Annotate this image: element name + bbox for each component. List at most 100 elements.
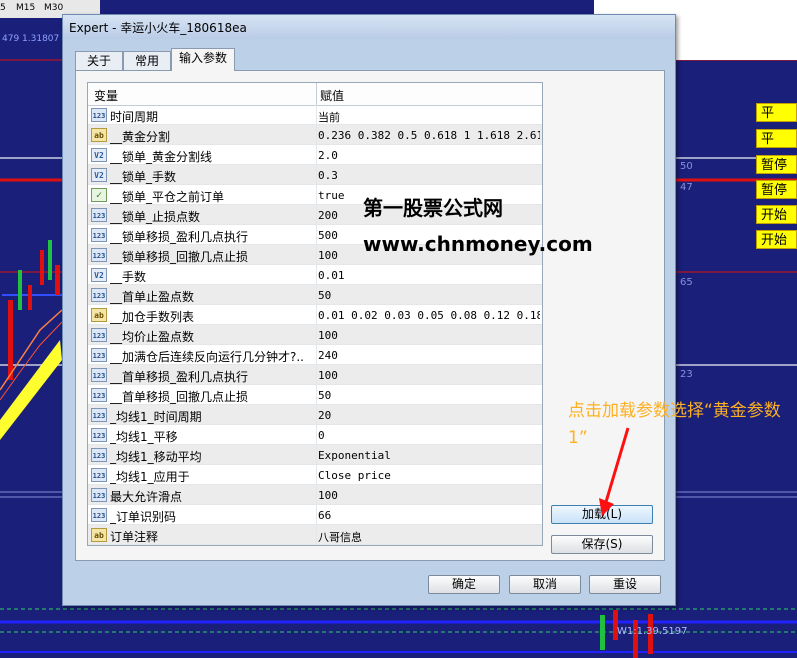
cell-separator [316, 245, 317, 265]
grid-header: 变量 赋值 [88, 83, 542, 106]
cell-separator [316, 425, 317, 445]
table-row[interactable]: 123 __加满仓后连续反向运行几分钟才?.. 240 [88, 345, 542, 365]
variable-value[interactable]: 50 [318, 389, 540, 402]
scale-label: 50 [680, 161, 693, 172]
variable-value[interactable]: 50 [318, 289, 540, 302]
reset-button[interactable]: 重设 [589, 575, 661, 594]
cancel-button[interactable]: 取消 [509, 575, 581, 594]
header-variable[interactable]: 变量 [94, 87, 118, 104]
string-type-icon: ab [91, 128, 107, 142]
price-info-label: 479 1.31807 [2, 34, 60, 44]
save-button[interactable]: 保存(S) [551, 535, 653, 554]
cell-separator [316, 125, 317, 145]
variable-value[interactable]: 0.3 [318, 169, 540, 182]
table-row[interactable]: 123 _订单识别码 66 [88, 505, 542, 525]
variable-value[interactable]: 100 [318, 329, 540, 342]
cell-separator [316, 185, 317, 205]
integer-type-icon: 123 [91, 448, 107, 462]
watermark-title: 第一股票公式网 [363, 196, 503, 220]
variable-value[interactable]: 0.236 0.382 0.5 0.618 1 1.618 2.618 [318, 129, 540, 142]
control-label[interactable]: 暂停 [756, 155, 797, 174]
variable-name: __黄金分割 [110, 130, 171, 144]
string-type-icon: ab [91, 528, 107, 542]
cell-separator [316, 165, 317, 185]
table-row[interactable]: 123 __首单移损_盈利几点执行 100 [88, 365, 542, 385]
cell-separator [316, 325, 317, 345]
control-label[interactable]: 开始 [756, 205, 797, 224]
ok-button[interactable]: 确定 [428, 575, 500, 594]
variable-name: _均线1_应用于 [110, 470, 190, 484]
variable-value[interactable]: 20 [318, 409, 540, 422]
tab-common[interactable]: 常用 [123, 51, 171, 70]
variable-value[interactable]: 100 [318, 489, 540, 502]
variable-name: __首单止盈点数 [110, 290, 195, 304]
table-row[interactable]: 123 最大允许滑点 100 [88, 485, 542, 505]
tab-inputs[interactable]: 输入参数 [171, 48, 235, 71]
table-row[interactable]: 123 _均线1_应用于 Close price [88, 465, 542, 485]
variable-name: __均价止盈点数 [110, 330, 195, 344]
header-separator [316, 83, 317, 105]
cell-separator [316, 105, 317, 125]
variable-value[interactable]: 2.0 [318, 149, 540, 162]
cell-separator [316, 205, 317, 225]
control-label[interactable]: 平 [756, 103, 797, 122]
integer-type-icon: 123 [91, 428, 107, 442]
table-row[interactable]: 123 _均线1_平移 0 [88, 425, 542, 445]
table-row[interactable]: 123 __均价止盈点数 100 [88, 325, 542, 345]
cell-separator [316, 465, 317, 485]
integer-type-icon: 123 [91, 108, 107, 122]
variable-value[interactable]: 100 [318, 369, 540, 382]
integer-type-icon: 123 [91, 328, 107, 342]
variable-value[interactable]: 0.01 [318, 269, 540, 282]
variable-value[interactable]: 240 [318, 349, 540, 362]
table-row[interactable]: ab 订单注释 八哥信息 [88, 525, 542, 545]
header-value[interactable]: 赋值 [320, 87, 344, 104]
integer-type-icon: 123 [91, 508, 107, 522]
variable-name: 订单注释 [110, 530, 159, 544]
variable-name: __锁单移损_盈利几点执行 [110, 230, 249, 244]
control-label[interactable]: 平 [756, 129, 797, 148]
parameters-grid: 变量 赋值 123 时间周期 当前 ab __黄金分割 0.236 0.382 0.5 0… [87, 82, 543, 546]
table-row[interactable]: 123 __首单止盈点数 50 [88, 285, 542, 305]
tab-about[interactable]: 关于 [75, 51, 123, 70]
integer-type-icon: 123 [91, 348, 107, 362]
variable-name: _均线1_移动平均 [110, 450, 202, 464]
table-row[interactable]: V2 __锁单_黄金分割线 2.0 [88, 145, 542, 165]
timeframe-item[interactable]: M30 [44, 3, 63, 13]
table-row[interactable]: ab __加仓手数列表 0.01 0.02 0.03 0.05 0.08 0.12 … [88, 305, 542, 325]
variable-name: _均线1_时间周期 [110, 410, 202, 424]
timeframe-item[interactable]: 5 [0, 3, 6, 13]
variable-name: _均线1_平移 [110, 430, 178, 444]
variable-value[interactable]: 0 [318, 429, 540, 442]
integer-type-icon: 123 [91, 408, 107, 422]
table-row[interactable]: ab __黄金分割 0.236 0.382 0.5 0.618 1 1.618 2.… [88, 125, 542, 145]
string-type-icon: ab [91, 308, 107, 322]
dialog-titlebar[interactable]: Expert - 幸运小火车_180618ea [63, 15, 675, 39]
control-label[interactable]: 暂停 [756, 180, 797, 199]
variable-name: __锁单_止损点数 [110, 210, 201, 224]
variable-name: 最大允许滑点 [110, 490, 183, 504]
variable-value[interactable]: 八哥信息 [318, 529, 540, 545]
variable-value[interactable]: 0.01 0.02 0.03 0.05 0.08 0.12 0.18 [318, 309, 540, 322]
table-row[interactable]: 123 __首单移损_回撤几点止损 50 [88, 385, 542, 405]
table-row[interactable]: 123 _均线1_移动平均 Exponential [88, 445, 542, 465]
integer-type-icon: 123 [91, 228, 107, 242]
table-row[interactable]: 123 时间周期 当前 [88, 105, 542, 125]
integer-type-icon: 123 [91, 288, 107, 302]
control-label[interactable]: 开始 [756, 230, 797, 249]
table-row[interactable]: V2 __锁单_手数 0.3 [88, 165, 542, 185]
cell-separator [316, 225, 317, 245]
variable-value[interactable]: Close price [318, 469, 540, 482]
timeframe-item[interactable]: M15 [16, 3, 35, 13]
integer-type-icon: 123 [91, 468, 107, 482]
cell-separator [316, 505, 317, 525]
cell-separator [316, 285, 317, 305]
variable-value[interactable]: Exponential [318, 449, 540, 462]
table-row[interactable]: V2 __手数 0.01 [88, 265, 542, 285]
cell-separator [316, 405, 317, 425]
variable-value[interactable]: 当前 [318, 109, 540, 125]
table-row[interactable]: 123 _均线1_时间周期 20 [88, 405, 542, 425]
double-type-icon: V2 [91, 148, 107, 162]
variable-value[interactable]: 66 [318, 509, 540, 522]
cell-separator [316, 145, 317, 165]
